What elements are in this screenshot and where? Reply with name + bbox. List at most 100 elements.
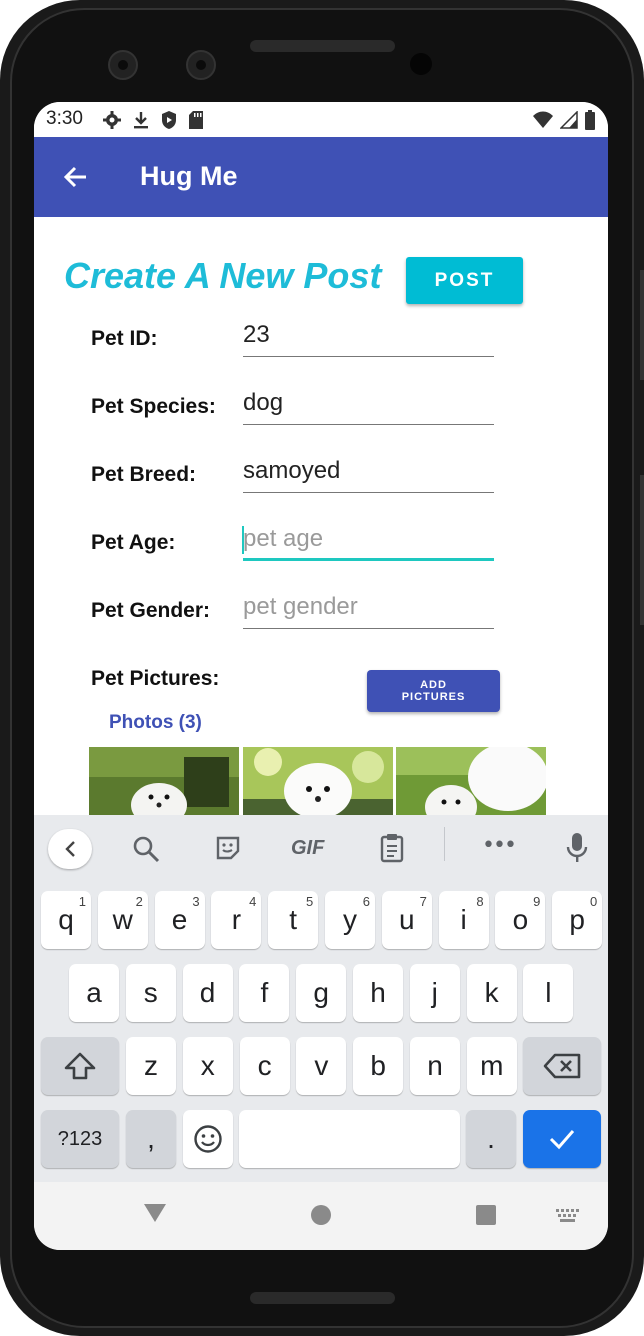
keyboard-toolbar: GIF ••• <box>34 815 608 883</box>
key-l[interactable]: l <box>523 964 574 1022</box>
symbols-key[interactable]: ?123 <box>41 1110 119 1168</box>
back-nav-button[interactable] <box>143 1202 167 1228</box>
done-key[interactable] <box>523 1110 601 1168</box>
key-t-label: t <box>289 904 298 935</box>
back-button[interactable] <box>62 165 88 193</box>
pet-species-input[interactable]: dog <box>243 385 494 425</box>
front-sensor <box>410 53 432 75</box>
pet-id-input[interactable]: 23 <box>243 317 494 357</box>
key-z[interactable]: z <box>126 1037 176 1095</box>
key-i[interactable]: i8 <box>438 891 489 949</box>
pet-species-row: Pet Species: dog <box>34 385 608 425</box>
triangle-down-icon <box>144 1204 166 1222</box>
sticker-button[interactable] <box>215 835 241 865</box>
voice-input-button[interactable] <box>566 832 588 868</box>
photos-count-label[interactable]: Photos (3) <box>109 712 202 734</box>
key-h[interactable]: h <box>353 964 403 1022</box>
key-m[interactable]: m <box>466 1037 517 1095</box>
key-q[interactable]: q1 <box>41 891 91 949</box>
key-k[interactable]: k <box>466 964 517 1022</box>
pet-species-label: Pet Species: <box>91 395 216 418</box>
emoji-key[interactable] <box>183 1110 233 1168</box>
key-e-label: e <box>171 904 188 935</box>
key-u-hint: 7 <box>419 894 427 909</box>
dog-photo-1 <box>89 747 239 817</box>
key-u[interactable]: u7 <box>381 891 432 949</box>
add-pictures-line2: PICTURES <box>401 691 466 703</box>
photo-thumbnail-2[interactable] <box>243 747 393 817</box>
comma-key[interactable]: , <box>126 1110 176 1168</box>
search-button[interactable] <box>132 835 160 867</box>
recents-nav-button[interactable] <box>475 1204 497 1230</box>
key-o[interactable]: o9 <box>495 891 546 949</box>
status-bar: 3:30 <box>34 102 608 137</box>
backspace-key[interactable] <box>523 1037 601 1095</box>
checkmark-icon <box>549 1130 575 1150</box>
key-f[interactable]: f <box>239 964 290 1022</box>
key-p[interactable]: p0 <box>552 891 603 949</box>
key-p-hint: 0 <box>589 894 598 909</box>
bottom-speaker <box>250 1292 395 1304</box>
pet-age-input[interactable]: pet age <box>242 521 494 561</box>
key-c[interactable]: c <box>239 1037 290 1095</box>
pet-breed-value: samoyed <box>243 457 341 484</box>
photo-thumbnail-1[interactable] <box>89 747 239 817</box>
key-e[interactable]: e3 <box>154 891 205 949</box>
key-t[interactable]: t5 <box>268 891 319 949</box>
key-e-hint: 3 <box>192 894 200 909</box>
keyboard-icon <box>556 1209 579 1222</box>
home-nav-button[interactable] <box>310 1204 332 1230</box>
add-pictures-button[interactable]: ADD PICTURES <box>367 670 500 712</box>
key-r-hint: 4 <box>249 894 257 909</box>
microphone-icon <box>566 833 588 862</box>
key-row-2: asdfghjkl <box>34 964 608 1022</box>
key-y-label: y <box>343 904 357 935</box>
battery-icon <box>585 110 595 130</box>
clipboard-button[interactable] <box>380 833 404 867</box>
key-v[interactable]: v <box>296 1037 347 1095</box>
key-n[interactable]: n <box>410 1037 460 1095</box>
key-j[interactable]: j <box>409 964 460 1022</box>
key-r[interactable]: r4 <box>211 891 262 949</box>
key-w-hint: 2 <box>135 894 143 909</box>
pet-species-value: dog <box>243 389 284 416</box>
post-button[interactable]: POST <box>406 257 523 304</box>
status-notification-icons <box>102 110 204 130</box>
key-g[interactable]: g <box>296 964 347 1022</box>
pet-breed-input[interactable]: samoyed <box>243 453 494 493</box>
power-button[interactable] <box>640 270 644 380</box>
shift-key[interactable] <box>41 1037 119 1095</box>
clipboard-icon <box>380 834 404 863</box>
space-key[interactable] <box>239 1110 460 1168</box>
key-d[interactable]: d <box>182 964 233 1022</box>
photo-thumbnail-3[interactable] <box>396 747 546 817</box>
emoji-icon <box>194 1125 222 1153</box>
status-time: 3:30 <box>46 108 83 129</box>
keyboard: GIF ••• q1w2e3r4t5y6u7i8o9p0 asdfghjkl z… <box>34 815 608 1182</box>
keyboard-switch-button[interactable] <box>556 1208 580 1227</box>
key-p-label: p <box>569 904 585 935</box>
dog-photo-2 <box>243 747 393 817</box>
pet-age-row: Pet Age: pet age <box>34 521 608 561</box>
key-q-hint: 1 <box>78 894 86 909</box>
page-heading: Create A New Post <box>64 255 382 296</box>
camera-right <box>186 50 216 80</box>
key-a[interactable]: a <box>69 964 119 1022</box>
key-s[interactable]: s <box>125 964 176 1022</box>
collapse-toolbar-button[interactable] <box>48 829 92 869</box>
toolbar-divider <box>444 827 445 861</box>
gif-button[interactable]: GIF <box>291 837 324 860</box>
key-y-hint: 6 <box>362 894 370 909</box>
pet-age-placeholder: pet age <box>243 525 324 552</box>
key-y[interactable]: y6 <box>325 891 375 949</box>
period-key[interactable]: . <box>466 1110 516 1168</box>
more-options-button[interactable]: ••• <box>482 833 517 858</box>
volume-button[interactable] <box>640 475 644 625</box>
key-b[interactable]: b <box>353 1037 404 1095</box>
pet-gender-input[interactable]: pet gender <box>243 589 494 629</box>
download-icon <box>134 112 148 129</box>
key-row-3: zxcvbnm <box>34 1037 608 1095</box>
pet-gender-label: Pet Gender: <box>91 599 211 622</box>
key-x[interactable]: x <box>182 1037 233 1095</box>
key-w[interactable]: w2 <box>97 891 148 949</box>
